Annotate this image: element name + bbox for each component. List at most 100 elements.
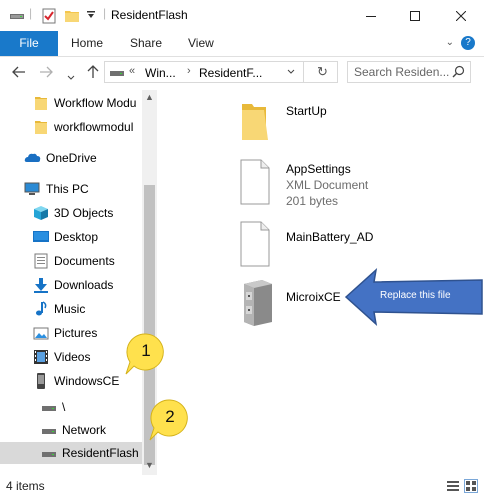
drive-icon	[110, 67, 124, 81]
file-name: AppSettings	[286, 162, 351, 176]
sidebar-item-label: 3D Objects	[54, 206, 114, 220]
scroll-up-arrow-icon[interactable]: ▲	[142, 90, 157, 104]
large-icons-view-icon[interactable]	[464, 479, 478, 493]
sidebar-item-label: Music	[54, 302, 86, 316]
maximize-button[interactable]	[392, 0, 438, 31]
back-arrow-icon[interactable]	[12, 65, 26, 81]
step-badge-2: 2	[148, 398, 188, 441]
sidebar-item-documents[interactable]: Documents	[0, 250, 140, 272]
sidebar-item-desktop[interactable]: Desktop	[0, 226, 140, 248]
folder-icon	[34, 119, 50, 135]
sidebar-item-network[interactable]: Network	[0, 419, 140, 441]
breadcrumb-separator[interactable]: ›	[187, 65, 191, 77]
new-folder-icon[interactable]	[64, 8, 80, 27]
desktop-icon	[33, 229, 49, 245]
sidebar-item-residentflash[interactable]: ResidentFlash	[0, 442, 142, 464]
sidebar-item-videos[interactable]: Videos	[0, 346, 140, 368]
sidebar-item-label: OneDrive	[46, 151, 97, 165]
folder-icon	[238, 100, 278, 150]
sidebar-item-label: Workflow Modu	[54, 96, 137, 110]
sidebar-item-pictures[interactable]: Pictures	[0, 322, 140, 344]
tab-home[interactable]: Home	[71, 31, 103, 56]
address-dropdown-icon[interactable]	[287, 66, 295, 78]
maximize-icon	[410, 8, 420, 24]
title-bar: | | ResidentFlash	[0, 0, 484, 31]
sidebar-item-label: WindowsCE	[54, 374, 120, 388]
replace-file-callout: Replace this file	[344, 266, 484, 328]
search-box[interactable]	[347, 61, 471, 83]
sidebar-item-label: ResidentFlash	[62, 446, 139, 460]
search-icon[interactable]	[452, 65, 465, 81]
step-badge-1: 1	[124, 332, 164, 375]
close-icon	[455, 8, 467, 24]
sidebar-item-label: Videos	[54, 350, 91, 364]
blank-file-icon	[238, 220, 278, 270]
sidebar-item-label: \	[62, 400, 66, 414]
step-badge-number: 2	[165, 407, 175, 426]
sidebar-item-label: Documents	[54, 254, 115, 268]
toolbar-divider: |	[29, 6, 33, 20]
file-item-appsettings[interactable]: AppSettings XML Document 201 bytes	[238, 158, 478, 218]
file-name: MicroixCE	[286, 290, 341, 304]
minimize-button[interactable]	[348, 0, 394, 31]
scroll-down-arrow-icon[interactable]: ▼	[142, 458, 157, 472]
help-icon[interactable]: ?	[461, 36, 475, 50]
breadcrumb-windowsce[interactable]: Win...	[145, 66, 176, 80]
sidebar-item-this-pc[interactable]: This PC	[0, 178, 140, 200]
file-type: XML Document	[286, 178, 369, 192]
address-overflow[interactable]: «	[129, 65, 135, 77]
forward-arrow-icon[interactable]	[39, 65, 53, 81]
search-input[interactable]	[354, 65, 450, 79]
sidebar-item-3d-objects[interactable]: 3D Objects	[0, 202, 140, 224]
address-bar[interactable]: « Win... › ResidentF... ↻	[104, 61, 338, 83]
device-icon	[33, 373, 49, 389]
music-icon	[33, 301, 49, 317]
sidebar-item-label: This PC	[46, 182, 89, 196]
drive-icon	[41, 399, 57, 415]
xml-file-icon	[238, 158, 278, 208]
breadcrumb-residentflash[interactable]: ResidentF...	[199, 66, 262, 80]
navigation-pane: Workflow Modu workflowmodul OneDrive Thi…	[0, 90, 160, 475]
step-badge-number: 1	[141, 341, 151, 360]
videos-icon	[33, 349, 49, 365]
tab-share[interactable]: Share	[130, 31, 162, 56]
drive-icon	[41, 422, 57, 438]
drive-icon[interactable]	[9, 8, 25, 25]
recent-locations-icon[interactable]	[67, 68, 75, 84]
sidebar-item-root[interactable]: \	[0, 396, 140, 418]
refresh-icon[interactable]: ↻	[317, 64, 328, 80]
title-divider: |	[103, 6, 107, 20]
sidebar-item-label: Network	[62, 423, 107, 437]
downloads-icon	[33, 277, 49, 293]
file-item-startup[interactable]: StartUp	[238, 100, 478, 160]
sidebar-item-windowsce[interactable]: WindowsCE	[0, 370, 140, 392]
3d-objects-icon	[33, 205, 49, 221]
sidebar-item-workflow-modu[interactable]: Workflow Modu	[0, 92, 140, 114]
properties-icon[interactable]	[41, 8, 57, 27]
sidebar-item-label: Pictures	[54, 326, 98, 340]
documents-icon	[33, 253, 49, 269]
details-view-icon[interactable]	[446, 479, 460, 493]
tab-view[interactable]: View	[188, 31, 214, 56]
sidebar-item-workflowmodul[interactable]: workflowmodul	[0, 116, 140, 138]
quick-access-dropdown-icon[interactable]	[86, 9, 96, 23]
item-count: 4 items	[6, 479, 45, 493]
file-name: MainBattery_AD	[286, 230, 374, 244]
sidebar-item-label: workflowmodul	[54, 120, 134, 134]
sidebar-item-label: Downloads	[54, 278, 114, 292]
pictures-icon	[33, 325, 49, 341]
explorer-window: | | ResidentFlash File Home Share View ⌄…	[0, 0, 484, 497]
computer-icon	[24, 181, 40, 197]
expand-ribbon-icon[interactable]: ⌄	[446, 37, 454, 48]
window-title: ResidentFlash	[111, 8, 188, 22]
file-size: 201 bytes	[286, 194, 339, 208]
sidebar-item-music[interactable]: Music	[0, 298, 140, 320]
sidebar-item-label: Desktop	[54, 230, 99, 244]
sidebar-item-onedrive[interactable]: OneDrive	[0, 147, 140, 169]
close-button[interactable]	[438, 0, 484, 31]
drive-icon	[41, 445, 57, 461]
tab-file[interactable]: File	[0, 31, 58, 56]
up-arrow-icon[interactable]	[87, 65, 99, 82]
callout-text: Replace this file	[380, 290, 451, 301]
sidebar-item-downloads[interactable]: Downloads	[0, 274, 140, 296]
